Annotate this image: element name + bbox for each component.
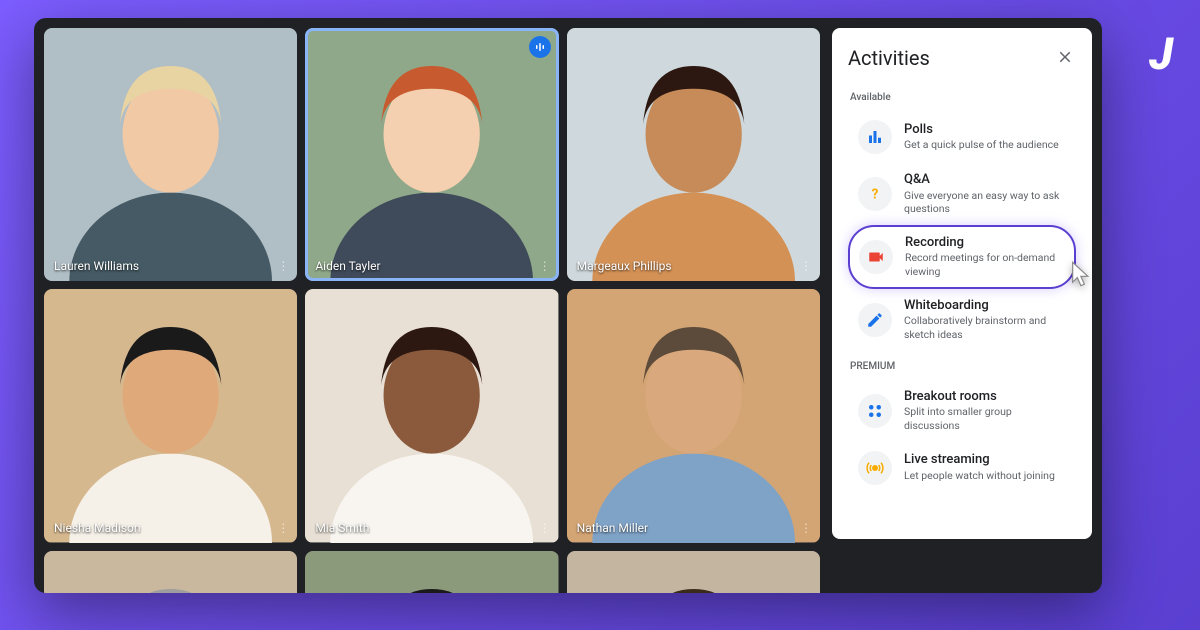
participant-tile[interactable]: Lauren Williams ⋮	[44, 28, 297, 281]
speaking-indicator	[529, 36, 551, 58]
participant-name: Nathan Miller	[577, 521, 648, 535]
activity-title: Polls	[904, 122, 1066, 138]
activity-title: Live streaming	[904, 452, 1066, 468]
participant-name: Margeaux Phillips	[577, 259, 672, 273]
activity-title: Q&A	[904, 172, 1066, 188]
activity-item-whiteboard[interactable]: Whiteboarding Collaboratively brainstorm…	[848, 289, 1076, 351]
activity-title: Breakout rooms	[904, 389, 1066, 405]
tile-overflow-icon[interactable]: ⋮	[277, 521, 289, 535]
participant-name: Lauren Williams	[54, 259, 139, 273]
panel-title: Activities	[848, 46, 930, 70]
participant-tile[interactable]: Owen Johnson ⋮	[44, 551, 297, 593]
activity-item-breakout[interactable]: Breakout rooms Split into smaller group …	[848, 380, 1076, 442]
participant-video	[305, 28, 558, 281]
participant-tile[interactable]: Niesha Madison ⋮	[44, 289, 297, 542]
activity-text: Polls Get a quick pulse of the audience	[904, 122, 1066, 152]
activity-title: Whiteboarding	[904, 298, 1066, 314]
record-icon	[859, 240, 893, 274]
activities-panel: Activities Available Polls Get a quick p…	[832, 28, 1092, 539]
section-premium-label: PREMIUM	[850, 361, 1076, 372]
participant-video	[567, 551, 820, 593]
activity-text: Q&A Give everyone an easy way to ask que…	[904, 172, 1066, 216]
activity-text: Whiteboarding Collaboratively brainstorm…	[904, 298, 1066, 342]
tile-overflow-icon[interactable]: ⋮	[277, 259, 289, 273]
participant-name: Mia Smith	[315, 521, 369, 535]
brand-logo: J	[1149, 28, 1170, 80]
activity-desc: Get a quick pulse of the audience	[904, 138, 1066, 152]
activity-desc: Give everyone an easy way to ask questio…	[904, 189, 1066, 216]
participant-tile[interactable]: You ⋮	[567, 551, 820, 593]
activity-text: Live streaming Let people watch without …	[904, 452, 1066, 482]
tile-overflow-icon[interactable]: ⋮	[539, 259, 551, 273]
participant-tile[interactable]: Mia Smith ⋮	[305, 289, 558, 542]
participant-name: Niesha Madison	[54, 521, 141, 535]
activity-item-qa[interactable]: ? Q&A Give everyone an easy way to ask q…	[848, 163, 1076, 225]
whiteboard-icon	[858, 303, 892, 337]
participant-tile[interactable]: Nathan Miller ⋮	[567, 289, 820, 542]
svg-text:?: ?	[872, 186, 879, 202]
section-available-label: Available	[850, 92, 1076, 103]
participant-grid: Lauren Williams ⋮ Aiden Tayler ⋮ Margeau…	[44, 28, 820, 593]
livestream-icon	[858, 451, 892, 485]
activity-title: Recording	[905, 235, 1065, 251]
participant-tile[interactable]: Margeaux Phillips ⋮	[567, 28, 820, 281]
activity-desc: Split into smaller group discussions	[904, 405, 1066, 432]
activity-item-polls[interactable]: Polls Get a quick pulse of the audience	[848, 111, 1076, 163]
meeting-window: Lauren Williams ⋮ Aiden Tayler ⋮ Margeau…	[34, 18, 1102, 593]
activity-text: Breakout rooms Split into smaller group …	[904, 389, 1066, 433]
activity-desc: Record meetings for on-demand viewing	[905, 251, 1065, 278]
activity-item-livestream[interactable]: Live streaming Let people watch without …	[848, 442, 1076, 494]
close-panel-button[interactable]	[1056, 48, 1076, 68]
tile-overflow-icon[interactable]: ⋮	[539, 521, 551, 535]
participant-video	[305, 551, 558, 593]
participant-video	[567, 28, 820, 281]
participant-video	[567, 289, 820, 542]
activity-text: Recording Record meetings for on-demand …	[905, 235, 1065, 279]
activity-item-record[interactable]: Recording Record meetings for on-demand …	[848, 225, 1076, 289]
participant-tile[interactable]: Tarek Ayad ⋮	[305, 551, 558, 593]
main-area: Lauren Williams ⋮ Aiden Tayler ⋮ Margeau…	[34, 18, 830, 593]
tile-overflow-icon[interactable]: ⋮	[800, 521, 812, 535]
activity-desc: Let people watch without joining	[904, 469, 1066, 483]
participant-name: Aiden Tayler	[315, 259, 380, 273]
qa-icon: ?	[858, 177, 892, 211]
participant-video	[305, 289, 558, 542]
tile-overflow-icon[interactable]: ⋮	[800, 259, 812, 273]
close-icon	[1056, 48, 1074, 66]
participant-video	[44, 551, 297, 593]
participant-tile[interactable]: Aiden Tayler ⋮	[305, 28, 558, 281]
activity-desc: Collaboratively brainstorm and sketch id…	[904, 314, 1066, 341]
participant-video	[44, 28, 297, 281]
breakout-icon	[858, 394, 892, 428]
participant-video	[44, 289, 297, 542]
polls-icon	[858, 120, 892, 154]
